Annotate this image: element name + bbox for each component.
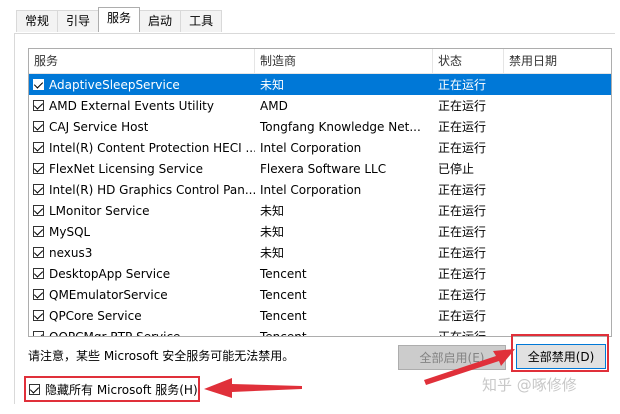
- arrow-to-hide-option: [204, 378, 302, 398]
- annotation-arrows: [204, 349, 515, 398]
- watermark-text: 知乎 @啄修修: [482, 376, 577, 394]
- tab-2[interactable]: 服务: [98, 7, 141, 32]
